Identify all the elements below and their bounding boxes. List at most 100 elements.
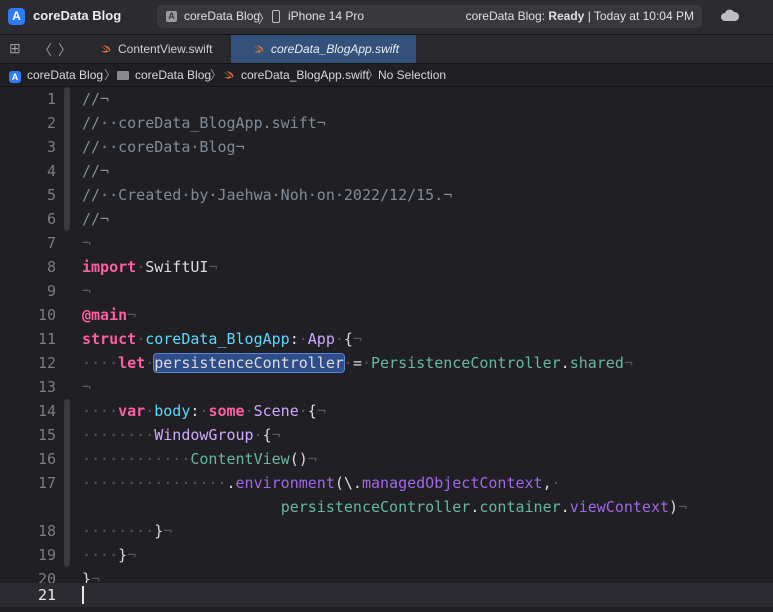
code-line: 12 ····let·persistenceController·=·Persis… xyxy=(0,351,773,375)
code-line: 4 //¬ xyxy=(0,159,773,183)
code-text: ¬ xyxy=(82,282,92,300)
code-text: //¬ xyxy=(82,162,110,180)
code-text: ················.environment(\.managedOb… xyxy=(82,474,561,492)
code-line: 18 ········}¬ xyxy=(0,519,773,543)
title-bar: A coreData Blog A coreData Blog 〉 iPhone… xyxy=(0,0,773,35)
source-editor[interactable]: 1 //¬ 2 //··coreData_BlogApp.swift¬ 3 //··c… xyxy=(0,87,773,612)
chevron-right-icon: 〉 xyxy=(258,11,272,26)
tab-label: ContentView.swift xyxy=(118,42,213,56)
scheme-target-label[interactable]: coreData Blog xyxy=(184,9,260,23)
chevron-right-icon: 〉 xyxy=(210,68,223,82)
code-text: ····let·persistenceController·=·Persiste… xyxy=(82,353,633,373)
breadcrumb-group[interactable]: coreData Blog xyxy=(117,64,211,86)
current-code-line[interactable]: 21 xyxy=(0,583,773,607)
line-number: 17 xyxy=(37,474,56,492)
app-project-icon: A xyxy=(9,71,21,83)
code-line: 11 struct·coreData_BlogApp:·App·{¬ xyxy=(0,327,773,351)
editor-tab-bar: ⊞ 〈 〉 ContentView.swift coreData_BlogApp… xyxy=(0,35,773,64)
code-line: 13 ¬ xyxy=(0,375,773,399)
line-number: 9 xyxy=(46,282,56,300)
line-number: 7 xyxy=(46,234,56,252)
breadcrumb-selection[interactable]: No Selection xyxy=(378,64,446,86)
code-text: //··coreData_BlogApp.swift¬ xyxy=(82,114,326,132)
code-line: 10 @main¬ xyxy=(0,303,773,327)
text-cursor xyxy=(82,586,84,604)
code-line: 3 //··coreData·Blog¬ xyxy=(0,135,773,159)
status-time: | Today at 10:04 PM xyxy=(584,9,694,23)
breadcrumb-file-label: coreData_BlogApp.swift xyxy=(241,68,370,82)
status-state: Ready xyxy=(548,9,585,23)
line-number: 19 xyxy=(37,546,56,564)
breadcrumb-group-label: coreData Blog xyxy=(135,68,212,82)
scheme-selector[interactable]: A coreData Blog 〉 iPhone 14 Pro coreData… xyxy=(157,5,702,28)
line-number: 11 xyxy=(37,330,56,348)
line-number: 6 xyxy=(46,210,56,228)
code-line-wrapped: persistenceController.container.viewCont… xyxy=(0,495,773,519)
grid-icon[interactable]: ⊞ xyxy=(9,40,21,57)
code-line: 6 //¬ xyxy=(0,207,773,231)
line-number: 1 xyxy=(46,90,56,108)
code-text: ········}¬ xyxy=(82,522,173,540)
selected-symbol[interactable]: persistenceController xyxy=(153,353,345,373)
app-target-icon: A xyxy=(166,11,177,22)
code-text: ¬ xyxy=(82,234,92,252)
code-line: 16 ············ContentView()¬ xyxy=(0,447,773,471)
code-line: 1 //¬ xyxy=(0,87,773,111)
line-number: 5 xyxy=(46,186,56,204)
code-text: ¬ xyxy=(82,378,92,396)
iphone-icon xyxy=(272,10,280,23)
breadcrumb-project[interactable]: AcoreData Blog xyxy=(9,64,103,86)
code-text: //¬ xyxy=(82,210,110,228)
code-text: struct·coreData_BlogApp:·App·{¬ xyxy=(82,330,362,348)
line-number: 8 xyxy=(46,258,56,276)
code-line: 8 import·SwiftUI¬ xyxy=(0,255,773,279)
cloud-icon[interactable] xyxy=(720,9,740,23)
code-line: 19 ····}¬ xyxy=(0,543,773,567)
chevron-right-icon: 〉 xyxy=(104,68,117,82)
breadcrumb-project-label: coreData Blog xyxy=(27,68,104,82)
code-text: //··Created·by·Jaehwa·Noh·on·2022/12/15.… xyxy=(82,186,453,204)
line-number: 18 xyxy=(37,522,56,540)
line-number: 3 xyxy=(46,138,56,156)
line-number: 2 xyxy=(46,114,56,132)
tab-corodata-blogapp[interactable]: coreData_BlogApp.swift xyxy=(231,35,416,63)
code-line: 17 ················.environment(\.managed… xyxy=(0,471,773,495)
swift-icon xyxy=(254,45,264,53)
code-text: ····var·body:·some·Scene·{¬ xyxy=(82,402,326,420)
forward-arrow-icon[interactable]: 〉 xyxy=(58,40,72,60)
line-number: 16 xyxy=(37,450,56,468)
code-line: 5 //··Created·by·Jaehwa·Noh·on·2022/12/15… xyxy=(0,183,773,207)
folder-icon xyxy=(117,71,129,80)
xcode-app-icon: A xyxy=(8,8,25,25)
code-text: //··coreData·Blog¬ xyxy=(82,138,245,156)
line-number: 14 xyxy=(37,402,56,420)
tab-label: coreData_BlogApp.swift xyxy=(271,42,400,56)
run-destination-label[interactable]: iPhone 14 Pro xyxy=(288,9,364,23)
back-arrow-icon[interactable]: 〈 xyxy=(38,40,52,60)
code-line: 14 ····var·body:·some·Scene·{¬ xyxy=(0,399,773,423)
code-text: import·SwiftUI¬ xyxy=(82,258,218,276)
breadcrumb-file[interactable]: coreData_BlogApp.swift xyxy=(223,64,369,86)
line-number: 15 xyxy=(37,426,56,444)
code-text: //¬ xyxy=(82,90,110,108)
code-text: ········WindowGroup·{¬ xyxy=(82,426,281,444)
line-number: 12 xyxy=(37,354,56,372)
jump-bar: AcoreData Blog 〉 coreData Blog 〉 coreDat… xyxy=(0,64,773,87)
code-text: @main¬ xyxy=(82,306,137,324)
swift-icon xyxy=(224,71,234,79)
code-text: persistenceController.container.viewCont… xyxy=(280,498,688,516)
code-text: ····}¬ xyxy=(82,546,137,564)
status-project: coreData Blog: xyxy=(465,9,549,23)
code-line: 7 ¬ xyxy=(0,231,773,255)
code-line: 9 ¬ xyxy=(0,279,773,303)
tab-contentview[interactable]: ContentView.swift xyxy=(97,35,230,63)
code-line: 2 //··coreData_BlogApp.swift¬ xyxy=(0,111,773,135)
line-number: 13 xyxy=(37,378,56,396)
line-number: 21 xyxy=(37,586,56,604)
code-text: ············ContentView()¬ xyxy=(82,450,317,468)
line-number: 4 xyxy=(46,162,56,180)
build-status: coreData Blog: Ready | Today at 10:04 PM xyxy=(466,9,694,23)
code-line: 15 ········WindowGroup·{¬ xyxy=(0,423,773,447)
window-title: coreData Blog xyxy=(33,8,122,23)
swift-icon xyxy=(101,45,111,53)
